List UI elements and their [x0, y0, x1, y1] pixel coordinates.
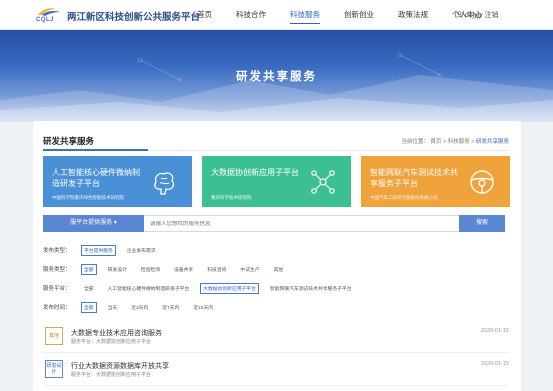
result-title[interactable]: 大数据专业技术应用咨询服务 [71, 328, 162, 338]
breadcrumb-current: 研发共享服务 [475, 139, 509, 145]
panel-title-underline [43, 149, 148, 151]
filter-option[interactable]: 检验检测 [138, 264, 163, 275]
nav-tech-cooperation[interactable]: 科技合作 [236, 0, 266, 30]
filter-option[interactable]: 智能网联汽车测试技术共享服务子平台 [267, 283, 355, 294]
network-icon [311, 170, 335, 194]
breadcrumb-prefix: 当前位置： [401, 139, 429, 145]
filter-publish-time: 发布时间： 全部 当天 近3天内 近7天内 近15天内 [43, 299, 363, 315]
main-panel: 研发共享服务 当前位置： 首页 > 科技服务 > 研发共享服务 人工智能核心硬件… [33, 121, 521, 391]
filter-option[interactable]: 科技咨询 [204, 264, 229, 275]
card-subtitle: 中国科学院重庆绿色智能技术研究院 [52, 195, 124, 200]
result-title[interactable]: 行业大数据资源数据库开放共享 [71, 361, 169, 371]
filter-option[interactable]: 全部 [81, 263, 97, 275]
filter-service-type: 服务类型： 全部 研发设计 检验检测 设备共享 科技咨询 中试生产 其他 [43, 261, 363, 277]
filter-option[interactable]: 平台提供服务 [81, 244, 116, 256]
card-smart-vehicle[interactable]: 智能网联汽车测试技术共享服务子平台 中国汽车工程研究院股份有限公司 [361, 156, 510, 207]
card-ai-hardware[interactable]: 人工智能核心硬件微纳制造研发子平台 中国科学院重庆绿色智能技术研究院 [43, 156, 192, 207]
filter-label: 服务平台： [43, 286, 71, 292]
card-subtitle: 重庆科学技术研究院 [211, 195, 252, 200]
list-item[interactable]: 研发设计 行业大数据资源数据库开放共享 服务平台：大数据协创新应用子平台 202… [43, 355, 509, 386]
user-name[interactable]: dsjyjy [465, 12, 483, 19]
filter-option[interactable]: 其他 [271, 264, 287, 275]
banner-title: 研发共享服务 [236, 71, 317, 83]
list-item[interactable]: 其他 大数据专业技术应用咨询服务 服务平台：大数据协创新应用子平台 2020-0… [43, 322, 509, 353]
breadcrumb-tech-service[interactable]: 科技服务 [448, 139, 470, 145]
filter-option[interactable]: 大数据协创新应用子平台 [200, 282, 259, 294]
search-button[interactable]: 搜索 [459, 215, 505, 232]
search-input[interactable] [150, 220, 350, 227]
nav-policy[interactable]: 政策法规 [398, 0, 428, 30]
filter-label: 服务类型： [43, 267, 71, 273]
logo-icon[interactable] [36, 6, 62, 26]
brain-icon [154, 172, 175, 195]
card-title: 大数据协创新应用子平台 [211, 168, 299, 177]
user-icon [456, 11, 463, 18]
panel-title: 研发共享服务 [43, 136, 95, 146]
top-bar: CQLJ 两江新区科技创新公共服务平台 首页 科技合作 科技服务 创新创业 政策… [0, 0, 553, 30]
results-list: 其他 大数据专业技术应用咨询服务 服务平台：大数据协创新应用子平台 2020-0… [43, 322, 509, 388]
banner: 研发共享服务 [0, 30, 553, 122]
breadcrumb-home[interactable]: 首页 [430, 139, 441, 145]
search-input-wrap [144, 215, 459, 232]
filter-label: 发布类型： [43, 248, 71, 254]
result-date: 2020-01-15 [480, 361, 509, 367]
result-platform: 服务平台：大数据协创新应用子平台 [71, 372, 152, 378]
logo-text: CQLJ [36, 17, 55, 23]
filter-option[interactable]: 全部 [81, 283, 97, 294]
filters: 发布类型： 平台提供服务 企业发布需求 服务类型： 全部 研发设计 检验检测 设… [43, 242, 363, 318]
card-big-data[interactable]: 大数据协创新应用子平台 重庆科学技术研究院 [202, 156, 351, 207]
site-title[interactable]: 两江新区科技创新公共服务平台 [67, 9, 200, 23]
filter-option[interactable]: 近3天内 [128, 302, 151, 313]
result-tag: 其他 [45, 327, 63, 345]
card-title: 人工智能核心硬件微纳制造研发子平台 [52, 168, 140, 188]
logout-link[interactable]: 注销 [484, 12, 498, 19]
result-platform: 服务平台：大数据协创新应用子平台 [71, 339, 152, 345]
filter-option[interactable]: 全部 [81, 301, 97, 313]
filter-option[interactable]: 研发设计 [105, 264, 130, 275]
filter-option[interactable]: 设备共享 [171, 264, 196, 275]
filter-option[interactable]: 近7天内 [159, 302, 182, 313]
filter-option[interactable]: 近15天内 [190, 302, 216, 313]
nav-innovation[interactable]: 创新创业 [344, 0, 374, 30]
filter-option[interactable]: 企业发布需求 [124, 245, 159, 256]
card-title: 智能网联汽车测试技术共享服务子平台 [370, 168, 458, 188]
nav-tech-service[interactable]: 科技服务 [290, 0, 320, 30]
filter-label: 发布时间： [43, 305, 71, 311]
user-area: dsjyjy 注销 [456, 10, 498, 20]
filter-option[interactable]: 中试生产 [237, 264, 262, 275]
filter-service-platform: 服务平台： 全部 人工智能核心硬件微纳制造研发子平台 大数据协创新应用子平台 智… [43, 280, 363, 296]
breadcrumb: 当前位置： 首页 > 科技服务 > 研发共享服务 [401, 139, 509, 145]
filter-publish-type: 发布类型： 平台提供服务 企业发布需求 [43, 242, 363, 258]
card-subtitle: 中国汽车工程研究院股份有限公司 [370, 195, 438, 200]
result-date: 2020-01-15 [480, 328, 509, 334]
steering-wheel-icon [470, 170, 494, 194]
filter-option[interactable]: 人工智能核心硬件微纳制造研发子平台 [105, 283, 193, 294]
result-tag: 研发设计 [45, 360, 63, 378]
nav-home[interactable]: 首页 [197, 0, 212, 30]
platform-cards: 人工智能核心硬件微纳制造研发子平台 中国科学院重庆绿色智能技术研究院 大数据协创… [43, 156, 520, 207]
search-type-select[interactable]: 服平台提供服务 ▾ [43, 215, 144, 232]
search-bar: 服平台提供服务 ▾ 搜索 [43, 215, 505, 232]
filter-option[interactable]: 当天 [105, 302, 121, 313]
